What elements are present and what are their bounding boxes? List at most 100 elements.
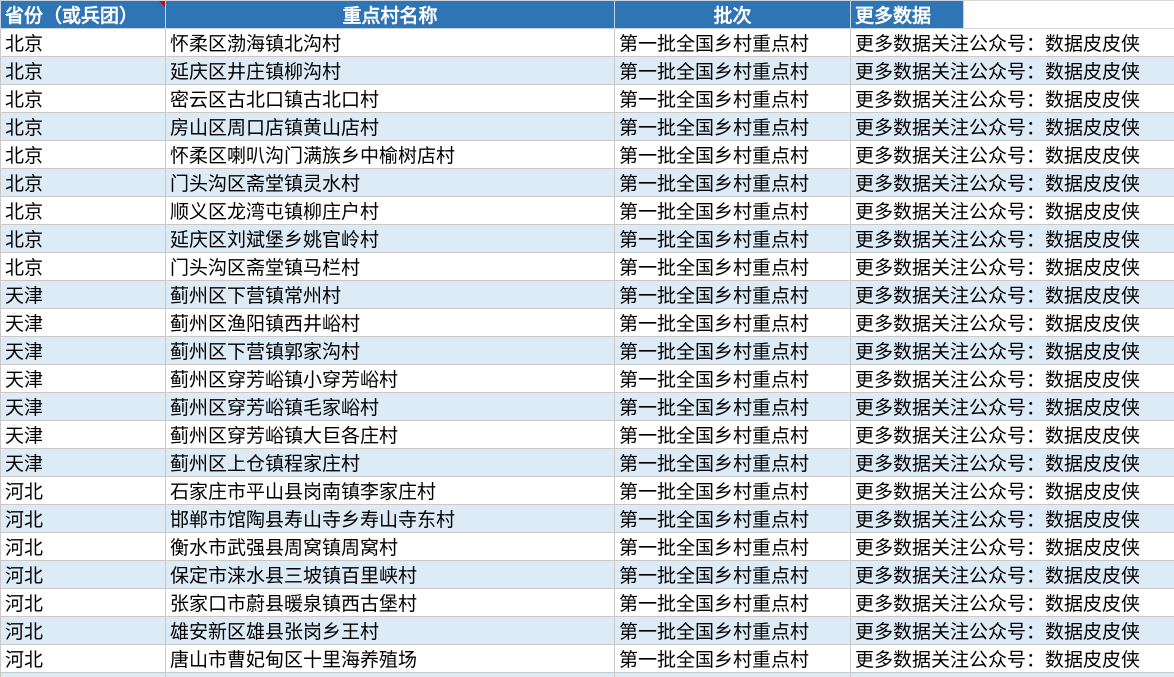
cell-province[interactable]: 北京 xyxy=(0,28,166,57)
header-empty-cell[interactable] xyxy=(963,0,1174,29)
cell-village[interactable]: 蓟州区下营镇郭家沟村 xyxy=(165,336,615,365)
cell-village[interactable]: 张家口市蔚县暖泉镇西古堡村 xyxy=(165,588,615,617)
cell-note[interactable]: 更多数据关注公众号：数据皮皮侠 xyxy=(850,644,1174,673)
cell-batch[interactable]: 第一批全国乡村重点村 xyxy=(614,588,851,617)
cell-province[interactable]: 北京 xyxy=(0,224,166,253)
cell-note[interactable]: 更多数据关注公众号：数据皮皮侠 xyxy=(850,336,1174,365)
cell-note[interactable]: 更多数据关注公众号：数据皮皮侠 xyxy=(850,672,1174,677)
cell-village[interactable]: 房山区周口店镇黄山店村 xyxy=(165,112,615,141)
cell-note[interactable]: 更多数据关注公众号：数据皮皮侠 xyxy=(850,140,1174,169)
cell-batch[interactable]: 第一批全国乡村重点村 xyxy=(614,308,851,337)
cell-village[interactable]: 顺义区龙湾屯镇柳庄户村 xyxy=(165,196,615,225)
cell-village[interactable]: 雄安新区雄县张岗乡王村 xyxy=(165,616,615,645)
cell-village[interactable]: 密云区古北口镇古北口村 xyxy=(165,84,615,113)
cell-province[interactable]: 河北 xyxy=(0,588,166,617)
cell-note[interactable]: 更多数据关注公众号：数据皮皮侠 xyxy=(850,420,1174,449)
cell-note[interactable]: 更多数据关注公众号：数据皮皮侠 xyxy=(850,476,1174,505)
cell-batch[interactable]: 第一批全国乡村重点村 xyxy=(614,112,851,141)
cell-note[interactable]: 更多数据关注公众号：数据皮皮侠 xyxy=(850,308,1174,337)
cell-village[interactable]: 保定市涞水县三坡镇百里峡村 xyxy=(165,560,615,589)
cell-province[interactable]: 北京 xyxy=(0,140,166,169)
cell-province[interactable]: 天津 xyxy=(0,308,166,337)
cell-batch[interactable]: 第一批全国乡村重点村 xyxy=(614,616,851,645)
cell-province[interactable]: 河北 xyxy=(0,532,166,561)
cell-batch[interactable]: 第一批全国乡村重点村 xyxy=(614,140,851,169)
cell-batch[interactable]: 第一批全国乡村重点村 xyxy=(614,504,851,533)
cell-batch[interactable]: 第一批全国乡村重点村 xyxy=(614,196,851,225)
cell-batch[interactable]: 第一批全国乡村重点村 xyxy=(614,392,851,421)
cell-batch[interactable]: 第一批全国乡村重点村 xyxy=(614,476,851,505)
cell-province[interactable]: 天津 xyxy=(0,392,166,421)
cell-note[interactable]: 更多数据关注公众号：数据皮皮侠 xyxy=(850,560,1174,589)
cell-village[interactable]: 门头沟区斋堂镇马栏村 xyxy=(165,252,615,281)
cell-province[interactable]: 北京 xyxy=(0,56,166,85)
cell-village[interactable]: 衡水市武强县周窝镇周窝村 xyxy=(165,532,615,561)
cell-province[interactable]: 河北 xyxy=(0,476,166,505)
cell-batch[interactable]: 第一批全国乡村重点村 xyxy=(614,672,851,677)
cell-note[interactable]: 更多数据关注公众号：数据皮皮侠 xyxy=(850,364,1174,393)
cell-batch[interactable]: 第一批全国乡村重点村 xyxy=(614,364,851,393)
header-village[interactable]: 重点村名称 xyxy=(165,0,615,29)
cell-note[interactable]: 更多数据关注公众号：数据皮皮侠 xyxy=(850,392,1174,421)
cell-batch[interactable]: 第一批全国乡村重点村 xyxy=(614,56,851,85)
cell-village[interactable]: 蓟州区穿芳峪镇毛家峪村 xyxy=(165,392,615,421)
cell-note[interactable]: 更多数据关注公众号：数据皮皮侠 xyxy=(850,588,1174,617)
cell-note[interactable]: 更多数据关注公众号：数据皮皮侠 xyxy=(850,196,1174,225)
cell-village[interactable]: 蓟州区渔阳镇西井峪村 xyxy=(165,308,615,337)
cell-province[interactable]: 天津 xyxy=(0,364,166,393)
cell-village[interactable]: 石家庄市平山县岗南镇李家庄村 xyxy=(165,476,615,505)
cell-note[interactable]: 更多数据关注公众号：数据皮皮侠 xyxy=(850,28,1174,57)
cell-note[interactable]: 更多数据关注公众号：数据皮皮侠 xyxy=(850,84,1174,113)
cell-batch[interactable]: 第一批全国乡村重点村 xyxy=(614,84,851,113)
cell-note[interactable]: 更多数据关注公众号：数据皮皮侠 xyxy=(850,504,1174,533)
cell-note[interactable]: 更多数据关注公众号：数据皮皮侠 xyxy=(850,280,1174,309)
cell-village[interactable]: 蓟州区上仓镇程家庄村 xyxy=(165,448,615,477)
cell-batch[interactable]: 第一批全国乡村重点村 xyxy=(614,532,851,561)
cell-village[interactable]: 延庆区井庄镇柳沟村 xyxy=(165,56,615,85)
cell-village[interactable]: 怀柔区渤海镇北沟村 xyxy=(165,28,615,57)
cell-province[interactable]: 天津 xyxy=(0,448,166,477)
cell-batch[interactable]: 第一批全国乡村重点村 xyxy=(614,252,851,281)
cell-province[interactable]: 天津 xyxy=(0,336,166,365)
cell-note[interactable]: 更多数据关注公众号：数据皮皮侠 xyxy=(850,112,1174,141)
cell-village[interactable]: 蓟州区穿芳峪镇小穿芳峪村 xyxy=(165,364,615,393)
cell-province[interactable]: 北京 xyxy=(0,112,166,141)
cell-note[interactable]: 更多数据关注公众号：数据皮皮侠 xyxy=(850,532,1174,561)
cell-village[interactable]: 延庆区刘斌堡乡姚官岭村 xyxy=(165,224,615,253)
cell-village[interactable]: 邯郸市馆陶县寿山寺乡寿山寺东村 xyxy=(165,504,615,533)
cell-batch[interactable]: 第一批全国乡村重点村 xyxy=(614,448,851,477)
cell-province[interactable]: 河北 xyxy=(0,560,166,589)
cell-village[interactable]: 蓟州区下营镇常州村 xyxy=(165,280,615,309)
cell-batch[interactable]: 第一批全国乡村重点村 xyxy=(614,560,851,589)
header-more[interactable]: 更多数据 xyxy=(850,0,964,29)
header-batch[interactable]: 批次 xyxy=(614,0,851,29)
cell-batch[interactable]: 第一批全国乡村重点村 xyxy=(614,28,851,57)
cell-note[interactable]: 更多数据关注公众号：数据皮皮侠 xyxy=(850,448,1174,477)
cell-province[interactable]: 河北 xyxy=(0,644,166,673)
cell-province[interactable]: 北京 xyxy=(0,168,166,197)
cell-village[interactable]: 蓟州区穿芳峪镇大巨各庄村 xyxy=(165,420,615,449)
cell-batch[interactable]: 第一批全国乡村重点村 xyxy=(614,420,851,449)
cell-village[interactable]: 唐山市曹妃甸区十里海养殖场 xyxy=(165,644,615,673)
cell-province[interactable]: 河北 xyxy=(0,672,166,677)
comment-indicator-icon[interactable] xyxy=(159,1,165,7)
cell-batch[interactable]: 第一批全国乡村重点村 xyxy=(614,168,851,197)
cell-note[interactable]: 更多数据关注公众号：数据皮皮侠 xyxy=(850,224,1174,253)
cell-province[interactable]: 天津 xyxy=(0,420,166,449)
cell-batch[interactable]: 第一批全国乡村重点村 xyxy=(614,336,851,365)
cell-note[interactable]: 更多数据关注公众号：数据皮皮侠 xyxy=(850,168,1174,197)
cell-village[interactable]: 门头沟区斋堂镇灵水村 xyxy=(165,168,615,197)
cell-province[interactable]: 河北 xyxy=(0,504,166,533)
cell-note[interactable]: 更多数据关注公众号：数据皮皮侠 xyxy=(850,56,1174,85)
cell-village[interactable]: 邢台市沙河市柴关乡王硇村 xyxy=(165,672,615,677)
header-province[interactable]: 省份（或兵团） xyxy=(0,0,166,29)
cell-note[interactable]: 更多数据关注公众号：数据皮皮侠 xyxy=(850,616,1174,645)
cell-province[interactable]: 北京 xyxy=(0,84,166,113)
cell-village[interactable]: 怀柔区喇叭沟门满族乡中榆树店村 xyxy=(165,140,615,169)
cell-batch[interactable]: 第一批全国乡村重点村 xyxy=(614,224,851,253)
cell-batch[interactable]: 第一批全国乡村重点村 xyxy=(614,280,851,309)
cell-province[interactable]: 北京 xyxy=(0,252,166,281)
cell-province[interactable]: 河北 xyxy=(0,616,166,645)
cell-province[interactable]: 天津 xyxy=(0,280,166,309)
cell-province[interactable]: 北京 xyxy=(0,196,166,225)
